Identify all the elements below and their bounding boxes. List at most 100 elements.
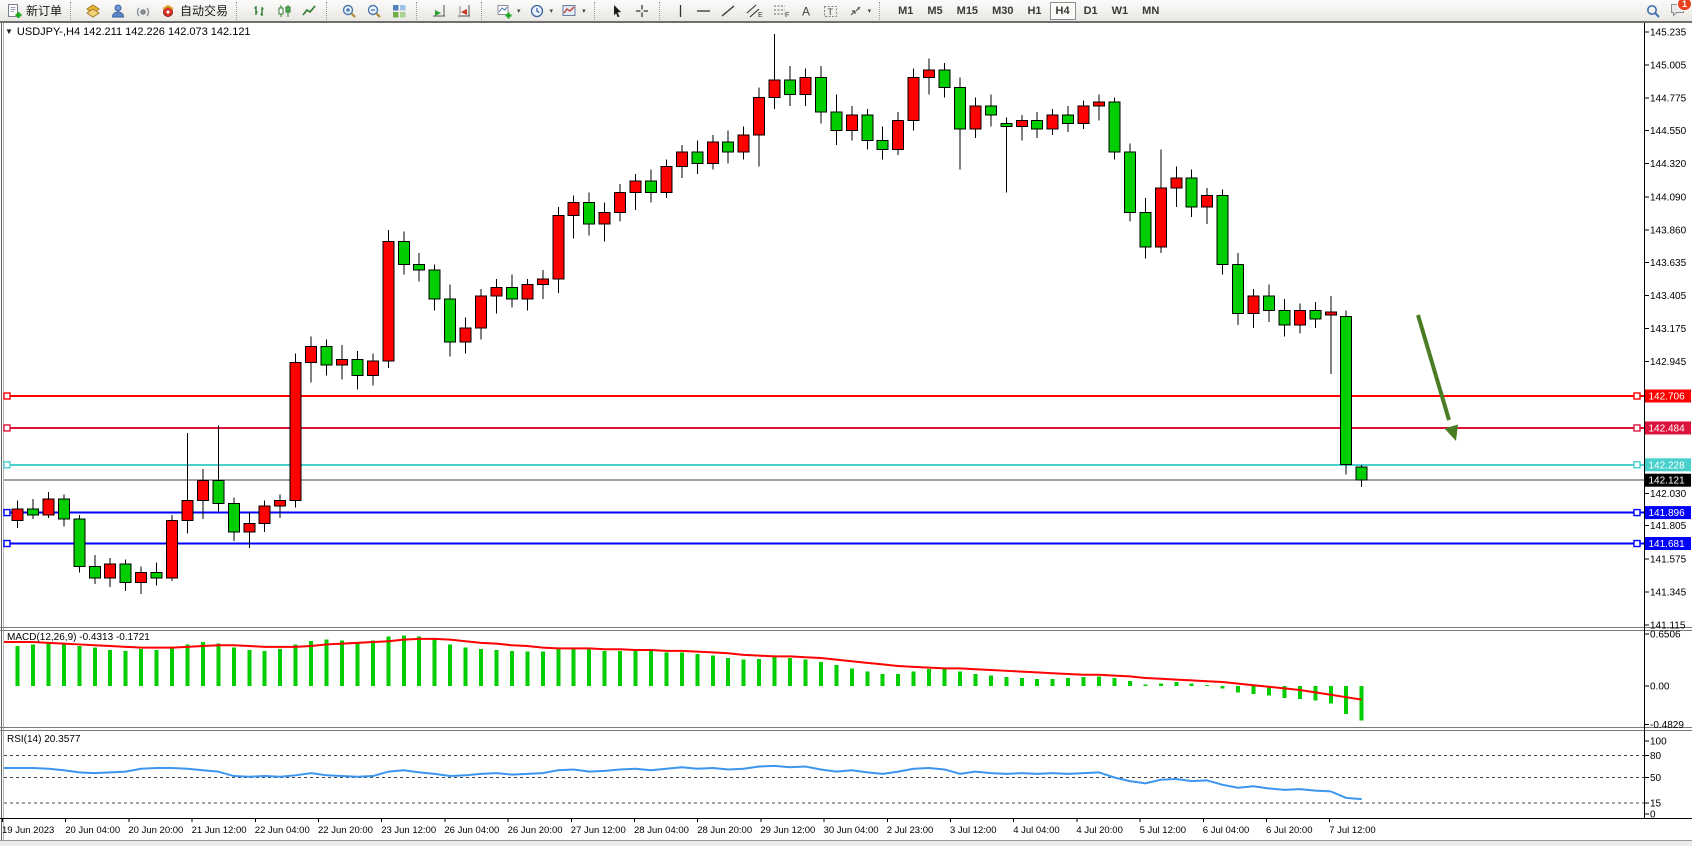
macd-histogram-bar xyxy=(865,672,869,686)
candle-body xyxy=(939,70,950,87)
candlestick-mode-button[interactable] xyxy=(272,1,297,21)
timeframe-button-h1[interactable]: H1 xyxy=(1021,2,1047,20)
text-label-tool-button[interactable]: T xyxy=(818,1,843,21)
candle-body xyxy=(259,506,270,523)
candle-body xyxy=(491,287,502,296)
zoom-out-button[interactable] xyxy=(362,1,387,21)
equidistant-channel-tool-button[interactable]: E xyxy=(741,1,768,21)
macd-histogram-bar xyxy=(695,654,699,686)
toolbar-separator xyxy=(594,2,602,20)
timeframe-button-w1[interactable]: W1 xyxy=(1106,2,1135,20)
timeframe-button-m15[interactable]: M15 xyxy=(951,2,984,20)
auto-trading-button[interactable]: 自动交易 xyxy=(156,1,232,21)
line-chart-mode-button[interactable] xyxy=(297,1,322,21)
templates-button[interactable]: ▾ xyxy=(557,1,590,21)
macd-histogram-bar xyxy=(510,651,514,686)
line-chart-icon xyxy=(301,3,318,19)
main-chart-plot[interactable] xyxy=(4,25,1644,627)
timeframe-button-m1[interactable]: M1 xyxy=(892,2,919,20)
candle-body xyxy=(846,115,857,131)
candle-body xyxy=(367,361,378,375)
chart-collapse-icon[interactable]: ▼ xyxy=(5,27,13,36)
time-axis[interactable]: 19 Jun 202320 Jun 04:0020 Jun 20:0021 Ju… xyxy=(2,819,1376,837)
candle-body xyxy=(1233,264,1244,313)
timeframe-button-m30[interactable]: M30 xyxy=(986,2,1019,20)
line-handle[interactable] xyxy=(4,425,10,431)
signals-button[interactable] xyxy=(131,1,156,21)
macd-histogram-bar xyxy=(649,651,653,686)
line-handle[interactable] xyxy=(1634,510,1640,516)
tile-windows-button[interactable] xyxy=(387,1,412,21)
macd-histogram-bar xyxy=(757,659,761,686)
candle-body xyxy=(306,346,317,362)
macd-histogram-bar xyxy=(494,650,498,686)
line-handle[interactable] xyxy=(4,510,10,516)
candle-body xyxy=(815,77,826,112)
equidistant-channel-icon: E xyxy=(745,3,764,19)
candlestick-icon xyxy=(276,3,293,19)
macd-histogram-bar xyxy=(958,672,962,686)
trendline-tool-button[interactable] xyxy=(716,1,741,21)
candle-body xyxy=(1032,121,1043,130)
price-axis[interactable]: 145.235145.005144.775144.550144.320144.0… xyxy=(1645,28,1692,821)
indicators-button[interactable]: ▾ xyxy=(492,1,525,21)
chart-canvas[interactable]: 145.235145.005144.775144.550144.320144.0… xyxy=(0,0,1692,846)
timeframe-button-h4[interactable]: H4 xyxy=(1050,2,1076,20)
indicators-dropdown-arrow: ▾ xyxy=(517,7,521,15)
new-order-button[interactable]: 新订单 xyxy=(2,1,66,21)
horizontal-line-tool-button[interactable] xyxy=(691,1,716,21)
price-tick-label: 144.320 xyxy=(1650,159,1687,170)
macd-histogram-bar xyxy=(1051,679,1055,686)
periods-button[interactable]: ▾ xyxy=(525,1,558,21)
candle-body xyxy=(800,77,811,94)
price-label-142.706: 142.706 xyxy=(1649,391,1686,402)
window-bottom-strip xyxy=(0,841,1692,846)
time-tick-label: 5 Jul 12:00 xyxy=(1140,825,1186,836)
price-tick-label: 145.235 xyxy=(1650,28,1687,39)
candle-body xyxy=(568,203,579,216)
time-tick-label: 29 Jun 12:00 xyxy=(760,825,815,836)
crosshair-icon xyxy=(634,3,651,19)
depth-of-market-icon xyxy=(85,3,102,19)
notifications-button[interactable]: 1 xyxy=(1669,1,1686,22)
search-icon[interactable] xyxy=(1645,3,1661,19)
line-handle[interactable] xyxy=(4,541,10,547)
line-handle[interactable] xyxy=(1634,393,1640,399)
rsi-tick-label: 15 xyxy=(1650,799,1662,810)
line-handle[interactable] xyxy=(4,393,10,399)
line-handle[interactable] xyxy=(1634,425,1640,431)
timeframe-button-mn[interactable]: MN xyxy=(1136,2,1165,20)
auto-trading-icon xyxy=(160,3,177,19)
toolbar-separator xyxy=(659,2,667,20)
metaeditor-button[interactable] xyxy=(106,1,131,21)
line-handle[interactable] xyxy=(1634,462,1640,468)
arrows-tool-button[interactable]: ▾ xyxy=(843,1,876,21)
candle-body xyxy=(1217,195,1228,264)
rsi-plot[interactable] xyxy=(4,731,1644,818)
chart-shift-button[interactable] xyxy=(452,1,477,21)
candle-body xyxy=(383,241,394,360)
zoom-in-button[interactable] xyxy=(337,1,362,21)
auto-scroll-button[interactable] xyxy=(427,1,452,21)
cursor-tool-button[interactable] xyxy=(605,1,630,21)
price-tick-label: 142.945 xyxy=(1650,357,1687,368)
line-handle[interactable] xyxy=(4,462,10,468)
crosshair-tool-button[interactable] xyxy=(630,1,655,21)
line-handle[interactable] xyxy=(1634,541,1640,547)
macd-histogram-bar xyxy=(618,651,622,686)
arrows-icon xyxy=(847,3,864,19)
chart-shift-icon xyxy=(456,3,473,19)
text-tool-button[interactable]: A xyxy=(795,1,818,21)
candle-body xyxy=(692,152,703,164)
candle-body xyxy=(785,80,796,94)
timeframe-button-d1[interactable]: D1 xyxy=(1078,2,1104,20)
macd-histogram-bar xyxy=(773,657,777,686)
depth-of-market-button[interactable] xyxy=(81,1,106,21)
bar-chart-mode-button[interactable] xyxy=(247,1,272,21)
macd-histogram-bar xyxy=(1252,686,1256,694)
vertical-line-tool-button[interactable] xyxy=(670,1,691,21)
macd-histogram-bar xyxy=(402,636,406,686)
timeframe-button-m5[interactable]: M5 xyxy=(921,2,948,20)
price-tick-label: 141.805 xyxy=(1650,521,1687,532)
fibonacci-tool-button[interactable]: F xyxy=(768,1,795,21)
